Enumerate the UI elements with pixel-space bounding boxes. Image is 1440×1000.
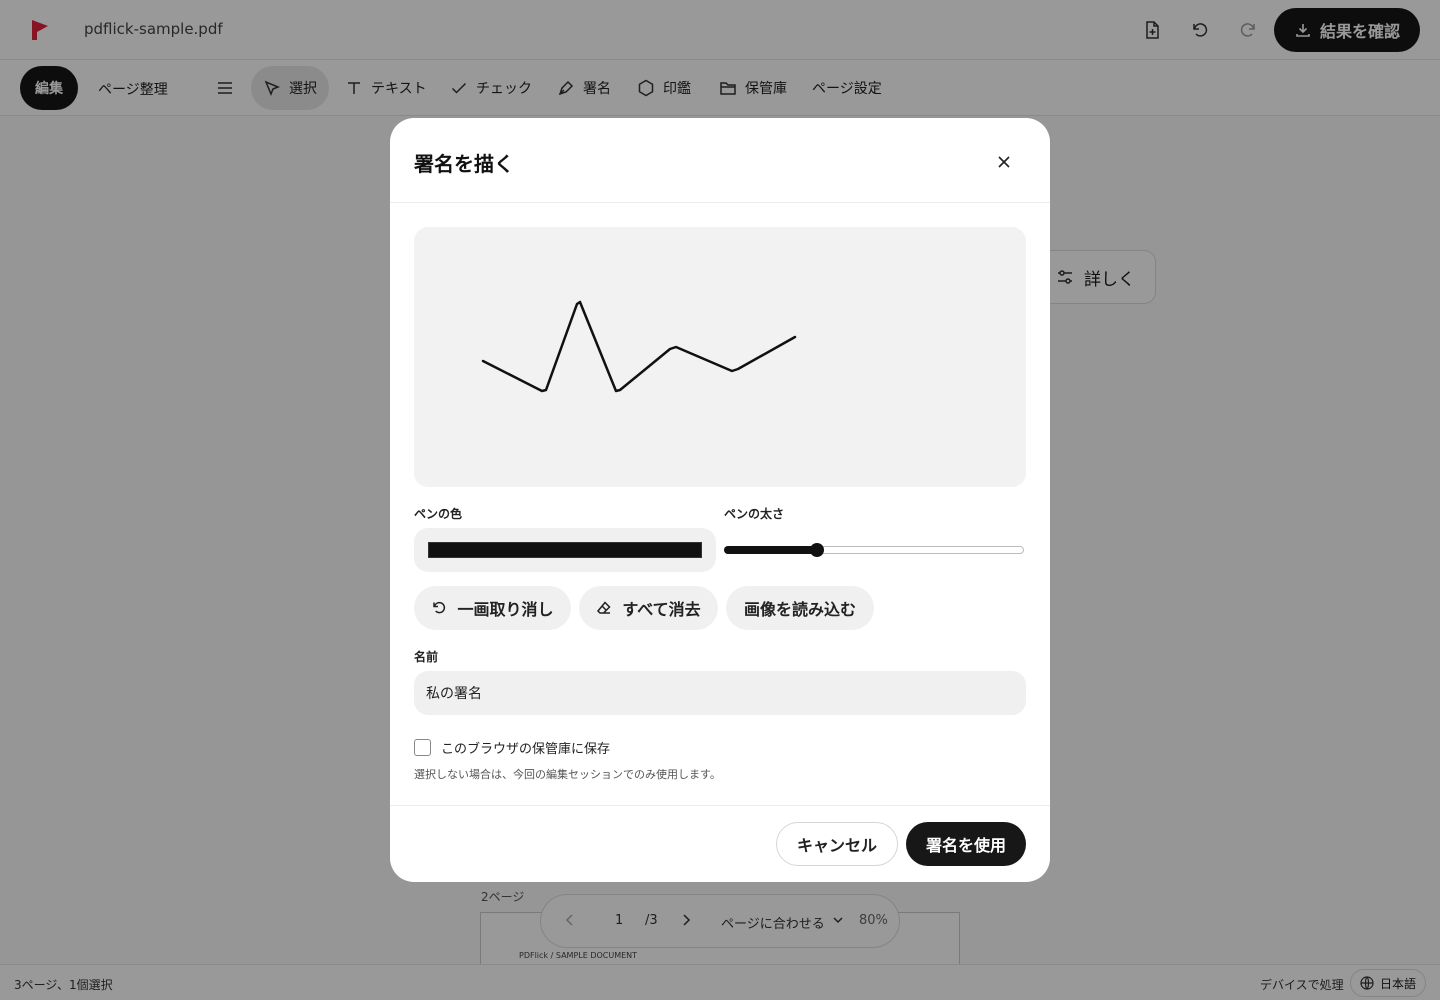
- divider: [390, 805, 1050, 806]
- cancel-button[interactable]: キャンセル: [776, 822, 898, 866]
- pen-width-label: ペンの太さ: [724, 507, 785, 521]
- save-hint-text: 選択しない場合は、今回の編集セッションでのみ使用します。: [414, 768, 721, 781]
- save-to-vault-option[interactable]: このブラウザの保管庫に保存: [414, 738, 610, 757]
- eraser-icon: [597, 601, 611, 614]
- clear-all-label: すべて消去: [622, 600, 701, 619]
- pen-color-swatch: [428, 542, 702, 558]
- pen-width-slider[interactable]: [724, 540, 1026, 560]
- save-to-vault-checkbox[interactable]: [414, 739, 431, 756]
- close-icon[interactable]: [990, 148, 1018, 176]
- dialog-title: 署名を描く: [414, 152, 514, 176]
- draw-signature-dialog: 署名を描く ペンの色 ペンの太さ 一画取り消し すべて消去 画像を読み込む 名前…: [390, 118, 1050, 882]
- undo-stroke-label: 一画取り消し: [457, 600, 554, 619]
- signature-name-input[interactable]: [414, 671, 1026, 715]
- undo-icon: [433, 601, 446, 614]
- undo-stroke-button[interactable]: 一画取り消し: [414, 586, 571, 630]
- pen-color-label: ペンの色: [414, 507, 463, 521]
- load-image-label: 画像を読み込む: [743, 600, 856, 619]
- use-signature-button[interactable]: 署名を使用: [906, 822, 1026, 866]
- pen-color-picker[interactable]: [414, 528, 716, 572]
- signature-canvas[interactable]: [414, 227, 1026, 487]
- signature-stroke: [481, 300, 797, 393]
- load-image-button[interactable]: 画像を読み込む: [726, 586, 874, 630]
- slider-fill: [724, 546, 817, 554]
- clear-all-button[interactable]: すべて消去: [579, 586, 718, 630]
- name-label: 名前: [414, 650, 439, 664]
- save-to-vault-label: このブラウザの保管庫に保存: [441, 742, 611, 757]
- slider-thumb[interactable]: [810, 543, 824, 557]
- divider: [390, 202, 1050, 203]
